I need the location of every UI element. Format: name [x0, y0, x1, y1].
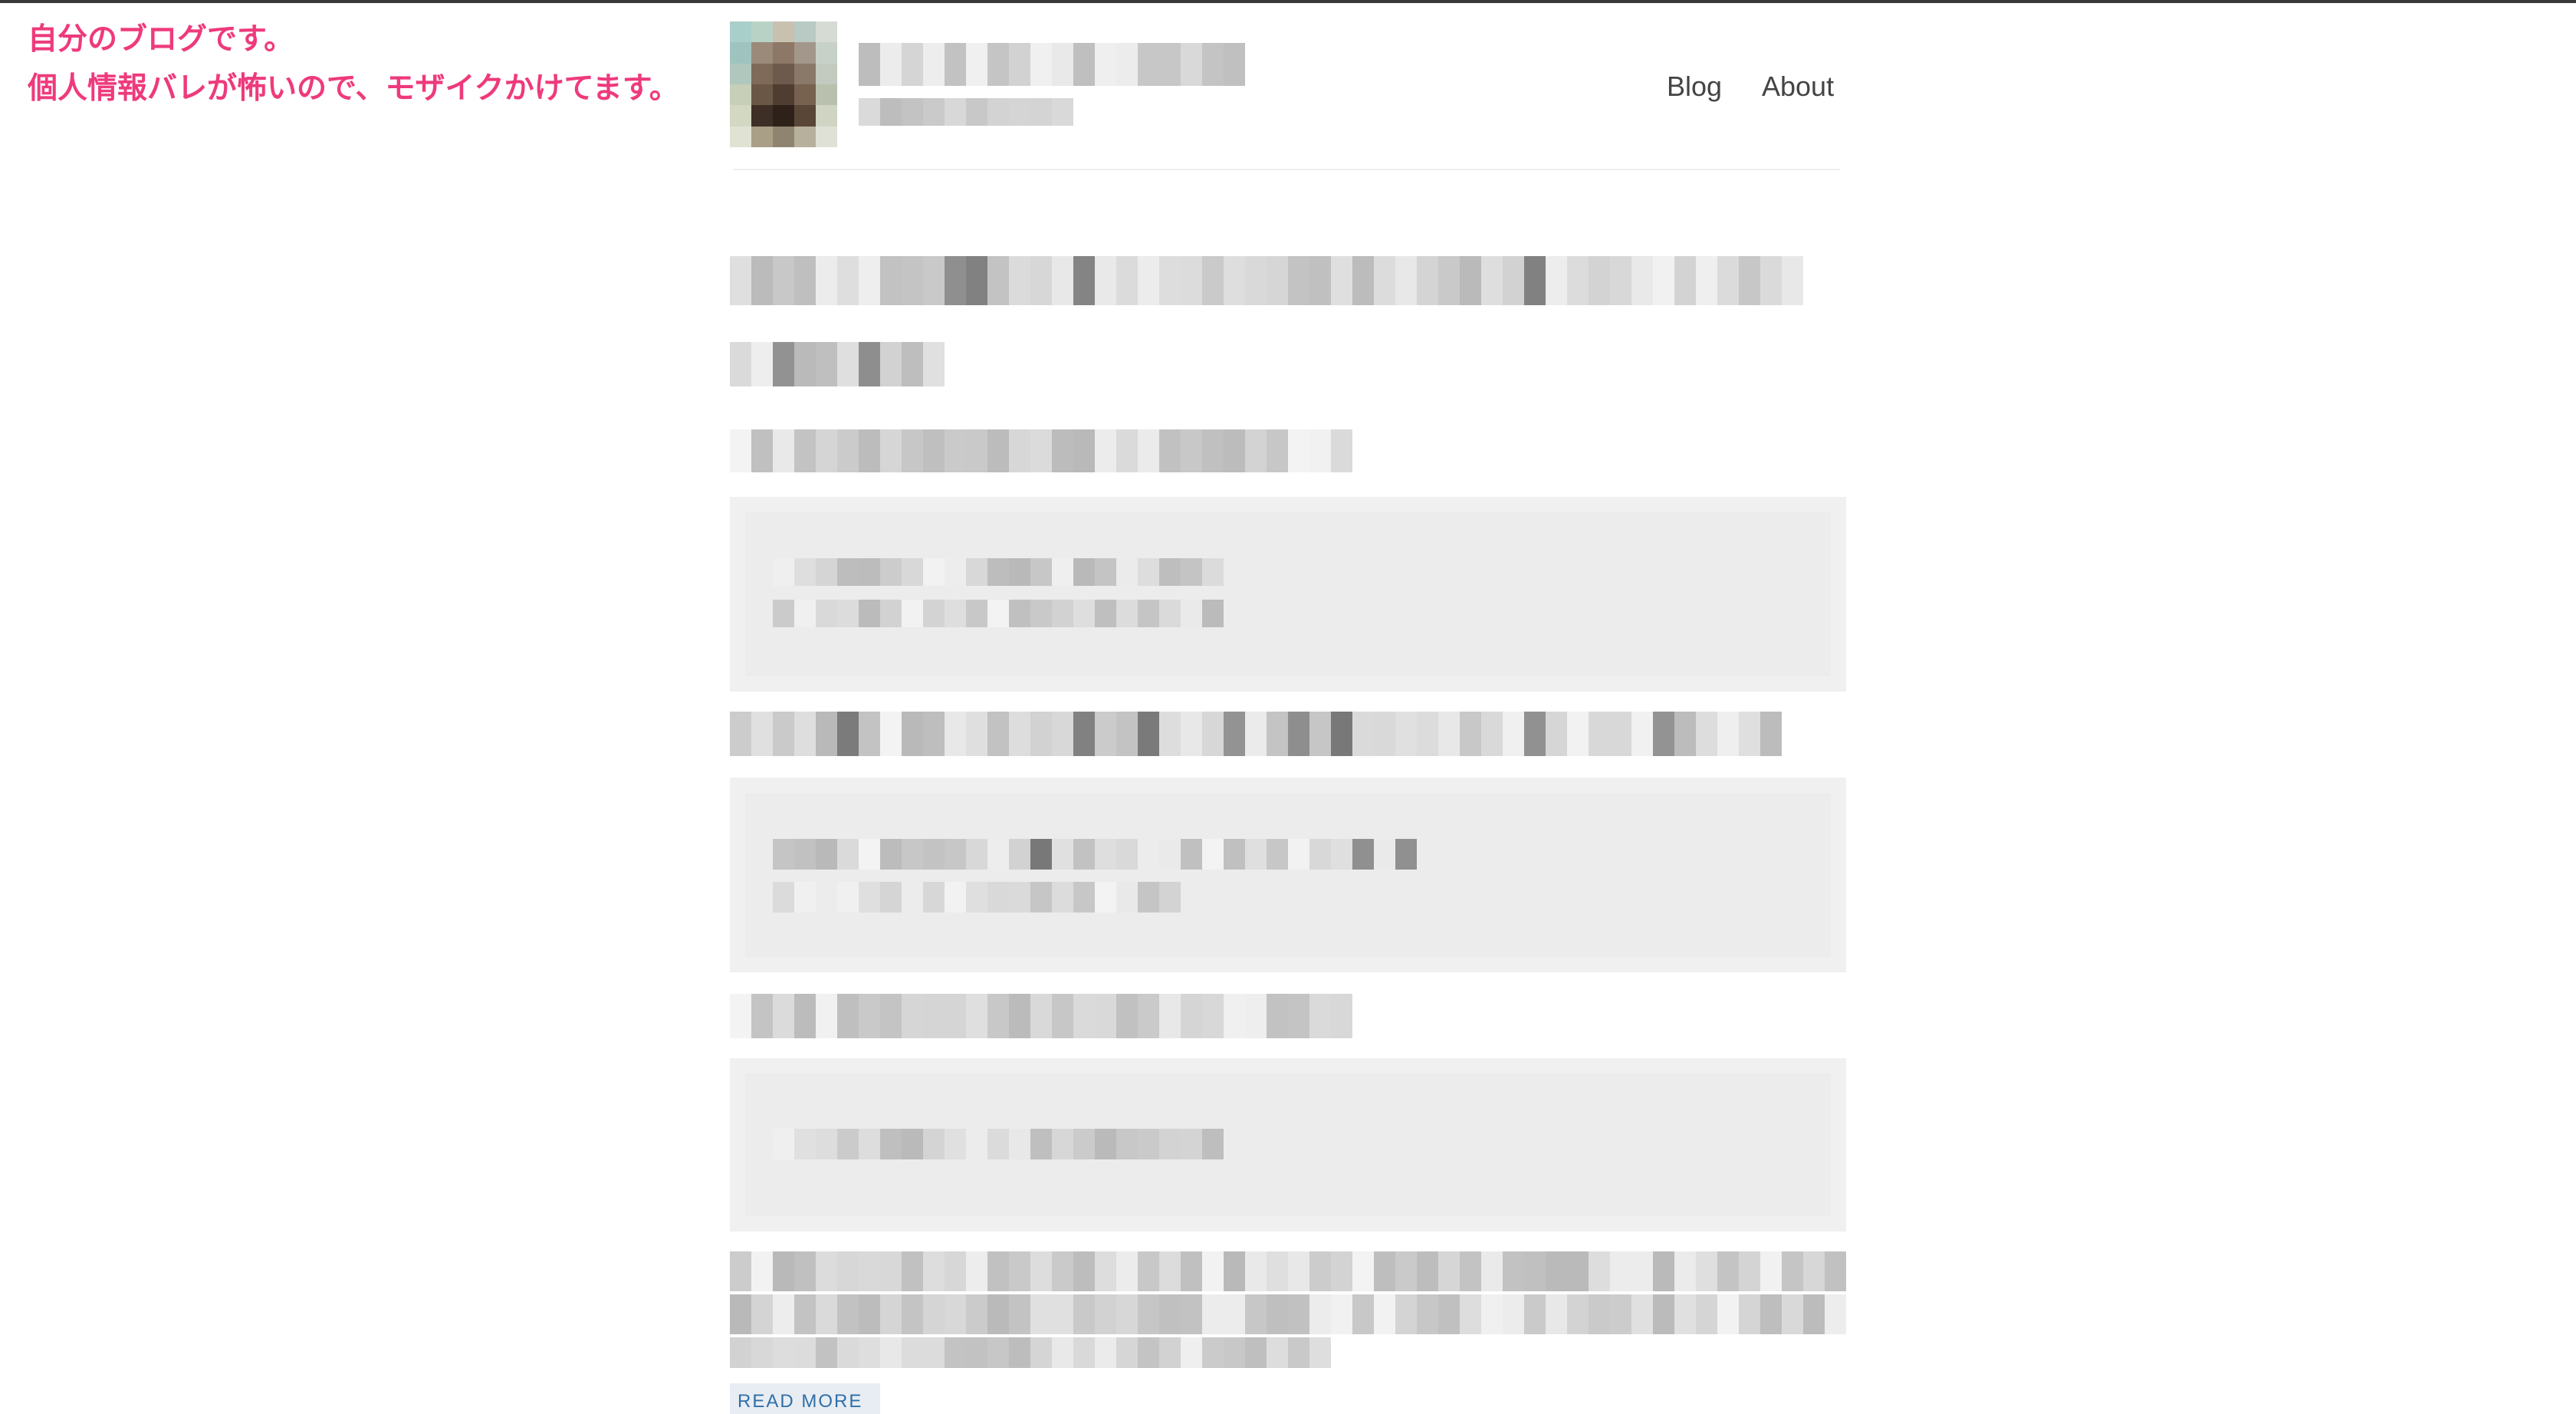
nav-about-link[interactable]: About: [1762, 71, 1834, 103]
avatar[interactable]: [730, 21, 837, 147]
read-more-link[interactable]: READ MORE: [730, 1383, 880, 1414]
paragraph-mosaic: [730, 429, 1352, 472]
paragraph-mosaic: [730, 712, 1782, 756]
annotation-line-2: 個人情報バレが怖いので、モザイクかけてます。: [28, 71, 679, 106]
post-title-mosaic[interactable]: [730, 256, 1803, 305]
code-line-mosaic: [773, 558, 1231, 586]
window-top-border: [0, 0, 2576, 3]
paragraph-mosaic: [730, 1294, 1846, 1334]
annotation-line-1: 自分のブログです。: [28, 22, 294, 57]
code-block-3: [730, 1058, 1846, 1231]
paragraph-mosaic: [730, 1337, 1331, 1368]
code-line-mosaic: [773, 839, 1424, 870]
site-subtitle-mosaic: [859, 98, 1089, 126]
site-title-mosaic[interactable]: [859, 43, 1257, 86]
code-block-1: [730, 497, 1846, 692]
post-title-mosaic-line2[interactable]: [730, 342, 945, 386]
paragraph-mosaic: [730, 994, 1352, 1038]
code-line-mosaic: [773, 882, 1188, 913]
paragraph-mosaic: [730, 1251, 1846, 1291]
code-block-2: [730, 778, 1846, 972]
annotation-overlay: 自分のブログです。 個人情報バレが怖いので、モザイクかけてます。: [28, 15, 679, 113]
nav-blog-link[interactable]: Blog: [1667, 71, 1722, 103]
header-divider: [733, 169, 1840, 170]
code-line-mosaic: [773, 1129, 1231, 1159]
code-line-mosaic: [773, 600, 1231, 627]
